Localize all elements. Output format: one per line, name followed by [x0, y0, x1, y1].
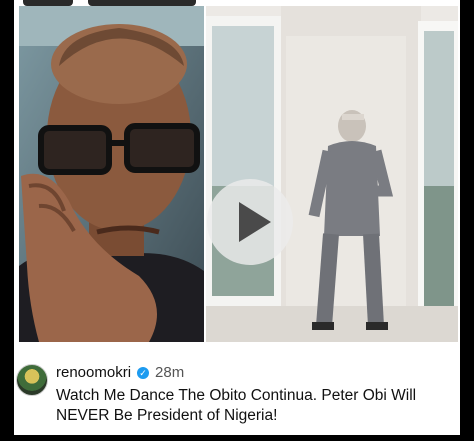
video-frame — [206, 6, 458, 342]
timestamp: 28m — [155, 364, 185, 381]
play-button[interactable] — [207, 179, 293, 265]
bottom-frame-border — [0, 435, 474, 441]
post-media[interactable] — [14, 6, 460, 342]
username[interactable]: renoomokri — [56, 364, 131, 381]
right-frame-border — [460, 0, 474, 441]
post-caption-area: renoomokri ✓ 28m Watch Me Dance The Obit… — [14, 352, 460, 435]
verified-badge-icon: ✓ — [137, 366, 150, 379]
portrait-photo — [19, 6, 204, 342]
play-icon — [239, 202, 271, 242]
post-caption: Watch Me Dance The Obito Continua. Peter… — [56, 387, 417, 424]
post-header: renoomokri ✓ 28m — [56, 364, 184, 381]
left-frame-border — [0, 0, 14, 441]
avatar[interactable] — [16, 364, 48, 396]
